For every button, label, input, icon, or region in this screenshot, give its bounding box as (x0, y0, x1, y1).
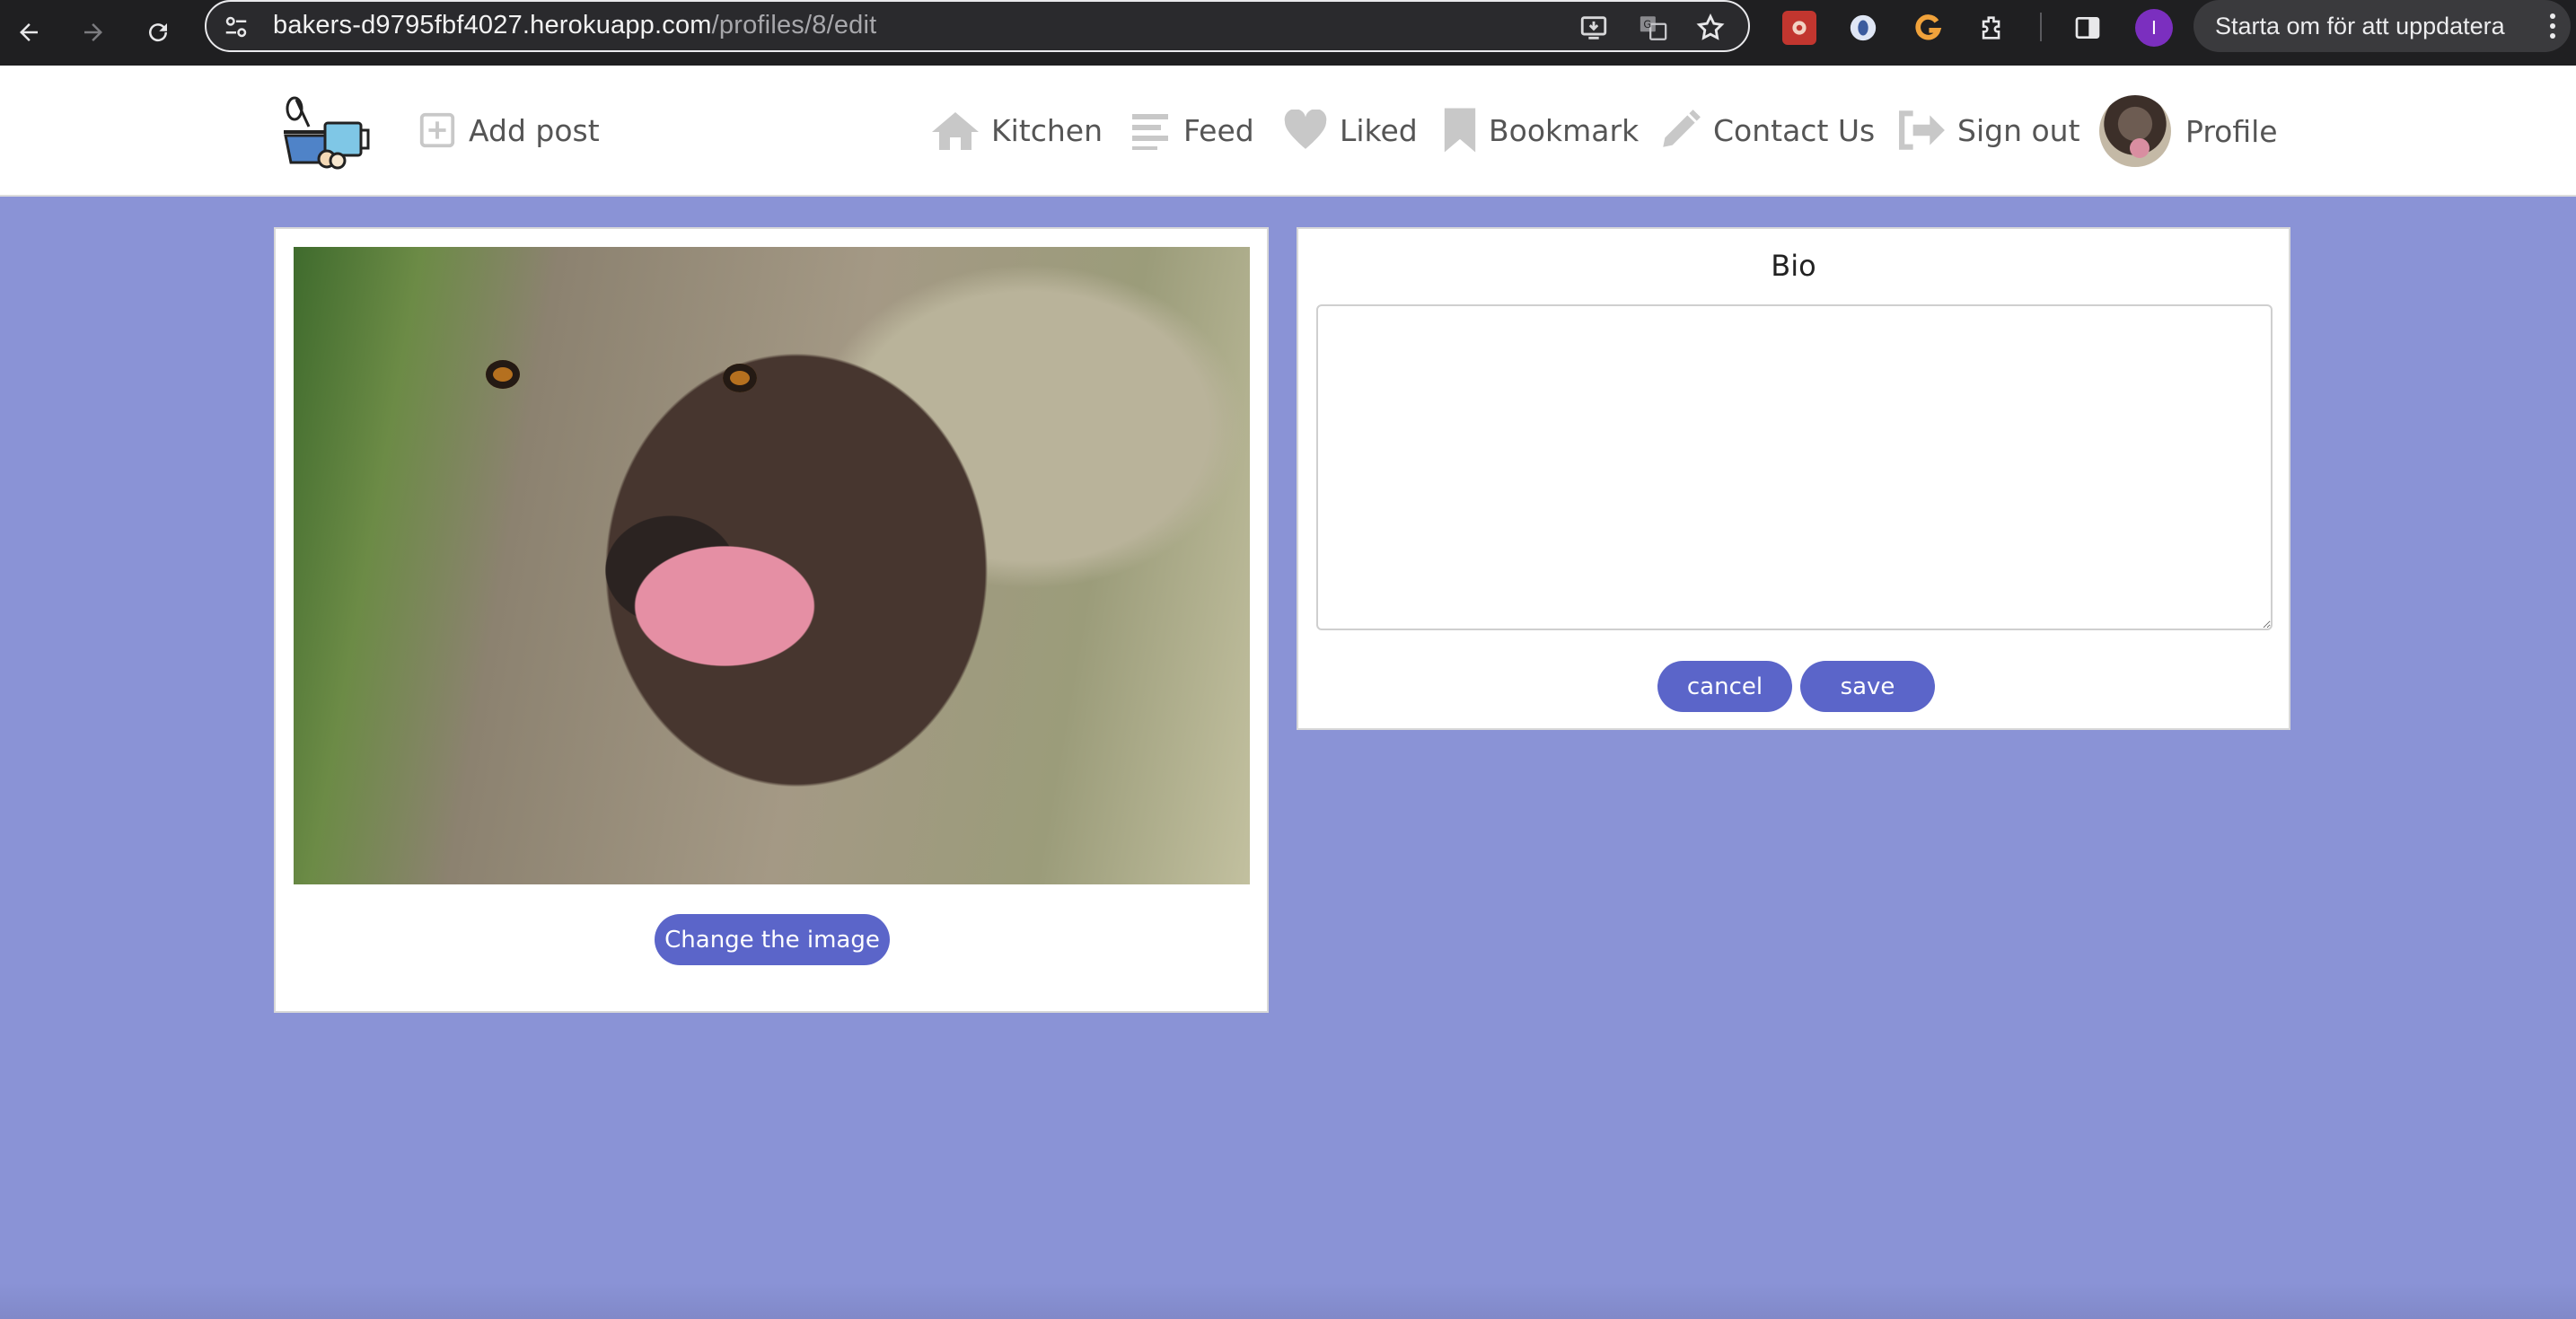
logo-icon[interactable] (280, 96, 370, 170)
forward-button[interactable] (72, 11, 115, 54)
update-button[interactable]: Starta om för att uppdatera (2194, 0, 2571, 52)
url-text: bakers-d9795fbf4027.herokuapp.com/profil… (273, 11, 876, 40)
nav-add-post-label: Add post (469, 112, 600, 148)
nav-bookmark[interactable]: Bookmark (1442, 103, 1639, 157)
url-host: bakers-d9795fbf4027.herokuapp.com (273, 11, 712, 40)
chrome-profile-initial: I (2151, 17, 2157, 39)
side-panel-icon[interactable] (2070, 11, 2105, 45)
extensions-puzzle-icon[interactable] (1975, 11, 2009, 45)
toolbar-divider (2040, 13, 2042, 41)
more-menu-icon (2550, 13, 2555, 39)
svg-text:G: G (1643, 18, 1651, 31)
nav-contact-label: Contact Us (1713, 112, 1876, 148)
nav-kitchen[interactable]: Kitchen (930, 103, 1103, 157)
nav-feed-label: Feed (1183, 112, 1254, 148)
update-label: Starta om för att uppdatera (2215, 12, 2505, 40)
reload-icon (149, 23, 168, 42)
sign-out-icon (1899, 110, 1945, 150)
translate-icon[interactable]: G (1638, 13, 1668, 43)
profile-avatar (2099, 95, 2171, 167)
image-card: Change the image (274, 227, 1269, 1013)
feed-lines-icon (1132, 114, 1168, 150)
bio-title: Bio (1771, 249, 1816, 283)
profile-image (294, 247, 1250, 884)
nav-profile[interactable]: Profile (2099, 95, 2278, 167)
heart-icon (1284, 110, 1327, 149)
nav-liked-label: Liked (1340, 112, 1418, 148)
bio-card: Bio cancel save (1297, 227, 2290, 730)
forward-icon (84, 23, 102, 41)
bio-textarea[interactable] (1316, 304, 2273, 630)
nav-feed[interactable]: Feed (1128, 103, 1254, 157)
chrome-profile-avatar[interactable]: I (2135, 9, 2173, 47)
pencil-icon (1663, 110, 1701, 147)
browser-toolbar: bakers-d9795fbf4027.herokuapp.com/profil… (0, 0, 2576, 66)
reload-button[interactable] (136, 11, 180, 54)
nav-signout-label: Sign out (1957, 112, 2080, 148)
site-navbar: Add post Kitchen Feed Liked Bookmark Con… (0, 66, 2576, 197)
change-image-button[interactable]: Change the image (655, 914, 890, 965)
install-icon[interactable] (1578, 13, 1609, 43)
address-bar[interactable]: bakers-d9795fbf4027.herokuapp.com/profil… (205, 0, 1750, 52)
site-settings-icon (225, 16, 247, 38)
nav-liked[interactable]: Liked (1282, 103, 1418, 157)
nav-profile-label: Profile (2185, 113, 2278, 149)
dog-eye-right (723, 364, 757, 392)
bookmark-icon (1444, 108, 1476, 153)
extension-red-icon[interactable] (1782, 11, 1816, 45)
nav-signout[interactable]: Sign out (1898, 103, 2080, 157)
star-icon[interactable] (1695, 13, 1726, 43)
nav-kitchen-label: Kitchen (991, 112, 1103, 148)
extension-eye-icon[interactable] (1846, 11, 1880, 45)
nav-add-post[interactable]: Add post (417, 103, 600, 157)
back-button[interactable] (7, 11, 50, 54)
save-button[interactable]: save (1800, 661, 1935, 712)
home-icon (932, 112, 979, 150)
nav-bookmark-label: Bookmark (1489, 112, 1640, 148)
nav-contact[interactable]: Contact Us (1657, 103, 1875, 157)
page-bottom-shade (0, 1283, 2576, 1319)
back-icon (20, 23, 38, 41)
url-path: /profiles/8/edit (711, 11, 877, 40)
cancel-button[interactable]: cancel (1657, 661, 1792, 712)
plus-square-icon (419, 112, 455, 148)
dog-eye-left (486, 360, 520, 389)
extension-grammarly-icon[interactable] (1911, 11, 1945, 45)
